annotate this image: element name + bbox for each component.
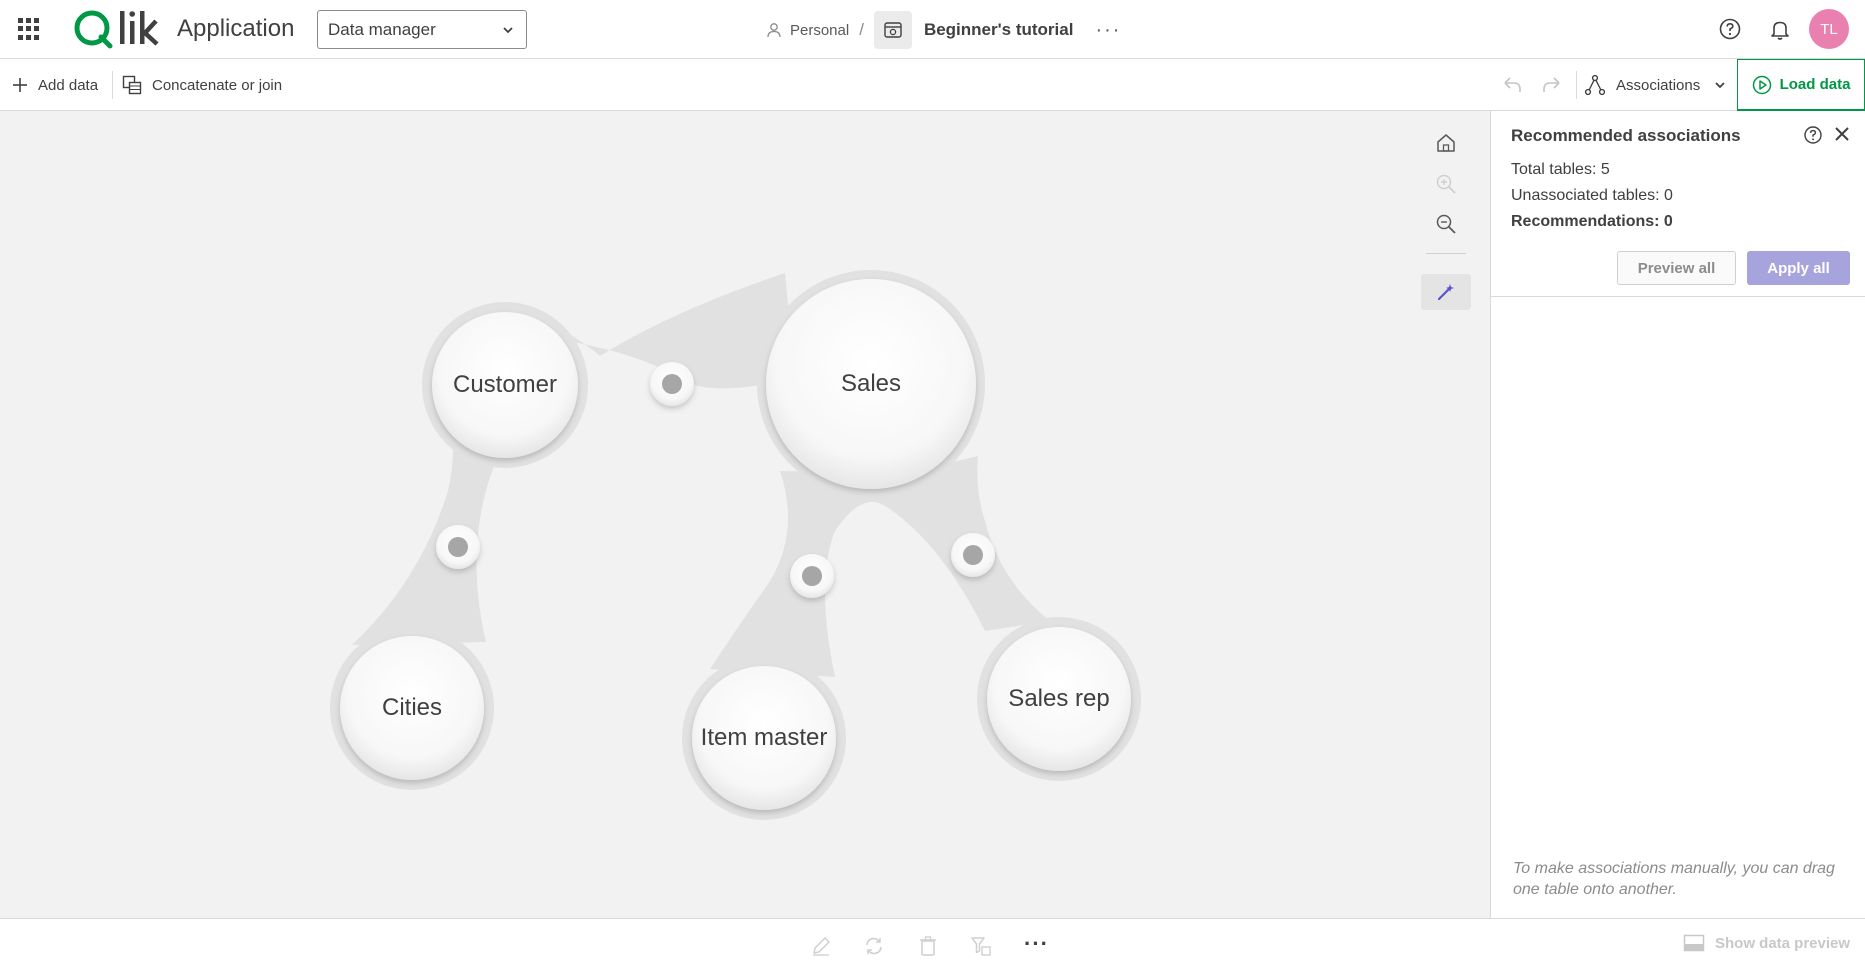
breadcrumb-separator: / — [859, 20, 864, 39]
table-label-sales-rep: Sales rep — [1008, 685, 1110, 712]
app-name: Application — [177, 15, 295, 42]
chevron-down-icon — [503, 27, 513, 34]
association-handle[interactable] — [790, 554, 834, 598]
breadcrumb-space[interactable]: Personal — [766, 22, 849, 39]
qlik-logo[interactable] — [70, 6, 160, 50]
panel-title: Recommended associations — [1511, 126, 1741, 145]
zoom-in-icon — [1436, 174, 1456, 194]
data-preview-icon — [1683, 934, 1705, 952]
association-graph — [330, 270, 1141, 820]
more-actions-icon[interactable]: ··· — [1024, 931, 1049, 957]
recommendations-wand-button[interactable] — [1421, 274, 1471, 310]
zoom-out-icon — [1436, 214, 1456, 234]
chevron-down-icon — [1715, 82, 1725, 89]
association-canvas[interactable]: Customer Sales Cities Item master Sales … — [0, 111, 1490, 918]
manual-association-hint: To make associations manually, you can d… — [1513, 860, 1835, 898]
view-mode-label: Associations — [1616, 76, 1701, 94]
app-thumbnail-icon[interactable] — [873, 11, 912, 49]
concatenate-icon — [122, 75, 142, 95]
associations-icon — [1584, 74, 1606, 96]
panel-header: Recommended associations Total tables: 5… — [1491, 111, 1865, 297]
zoom-divider — [1426, 253, 1466, 254]
help-icon[interactable] — [1803, 125, 1823, 145]
table-label-cities: Cities — [381, 694, 443, 721]
breadcrumb-app-title[interactable]: Beginner's tutorial — [924, 20, 1074, 40]
recommendations-stat: Recommendations: 0 — [1511, 213, 1673, 230]
zoom-out-button[interactable] — [1421, 206, 1471, 242]
show-data-preview-label: Show data preview — [1715, 934, 1851, 952]
user-icon — [767, 23, 781, 38]
magic-wand-icon — [1437, 284, 1454, 301]
redo-icon[interactable] — [1542, 76, 1562, 94]
concatenate-or-join-button[interactable]: Concatenate or join — [122, 59, 282, 111]
association-handle[interactable] — [436, 525, 480, 569]
delete-trash-icon[interactable] — [917, 935, 939, 957]
table-label-item-master: Item master — [700, 724, 828, 751]
view-mode-dropdown[interactable]: Associations — [1584, 59, 1726, 111]
edit-pencil-icon[interactable] — [810, 935, 832, 957]
recommended-associations-panel: Recommended associations Total tables: 5… — [1490, 111, 1865, 918]
bottom-toolbar: ··· Show data preview — [0, 918, 1865, 971]
add-data-label: Add data — [38, 76, 99, 94]
breadcrumb-space-label: Personal — [790, 21, 850, 39]
user-avatar[interactable]: TL — [1809, 9, 1849, 49]
toolbar-divider — [112, 71, 113, 99]
view-select[interactable]: Data manager — [317, 10, 527, 49]
view-select-value: Data manager — [328, 20, 436, 39]
refresh-icon[interactable] — [863, 935, 885, 957]
undo-icon[interactable] — [1502, 76, 1522, 94]
table-label-customer: Customer — [452, 371, 558, 398]
close-icon[interactable] — [1832, 124, 1852, 144]
apply-all-button[interactable]: Apply all — [1747, 251, 1850, 285]
unassociated-tables-stat: Unassociated tables: 0 — [1511, 187, 1673, 204]
zoom-in-button[interactable] — [1421, 166, 1471, 202]
load-data-button[interactable]: Load data — [1737, 59, 1865, 111]
toolbar-divider — [1576, 71, 1577, 99]
association-handle[interactable] — [951, 533, 995, 577]
more-options-icon[interactable]: ··· — [1095, 19, 1121, 42]
notification-bell-icon[interactable] — [1768, 17, 1792, 41]
filter-table-icon[interactable] — [970, 935, 992, 957]
plus-icon — [13, 78, 27, 92]
add-data-button[interactable]: Add data — [12, 59, 98, 111]
breadcrumb: Personal / Beginner's tutorial ··· — [766, 11, 1121, 49]
preview-all-button[interactable]: Preview all — [1617, 251, 1736, 285]
home-icon — [1437, 134, 1455, 152]
app-header: Application Data manager Personal / Begi… — [0, 0, 1865, 59]
total-tables-stat: Total tables: 5 — [1511, 161, 1610, 178]
toolbar: Add data Concatenate or join Association… — [0, 59, 1865, 111]
show-data-preview-button[interactable]: Show data preview — [1683, 934, 1850, 952]
home-view-button[interactable] — [1421, 125, 1471, 161]
concatenate-label: Concatenate or join — [152, 76, 283, 94]
table-label-sales: Sales — [840, 370, 902, 397]
help-icon[interactable] — [1718, 17, 1742, 41]
load-data-label: Load data — [1779, 76, 1851, 93]
app-launcher-grid-icon[interactable] — [18, 18, 40, 40]
play-circle-icon — [1752, 75, 1771, 94]
association-handle[interactable] — [650, 362, 694, 406]
